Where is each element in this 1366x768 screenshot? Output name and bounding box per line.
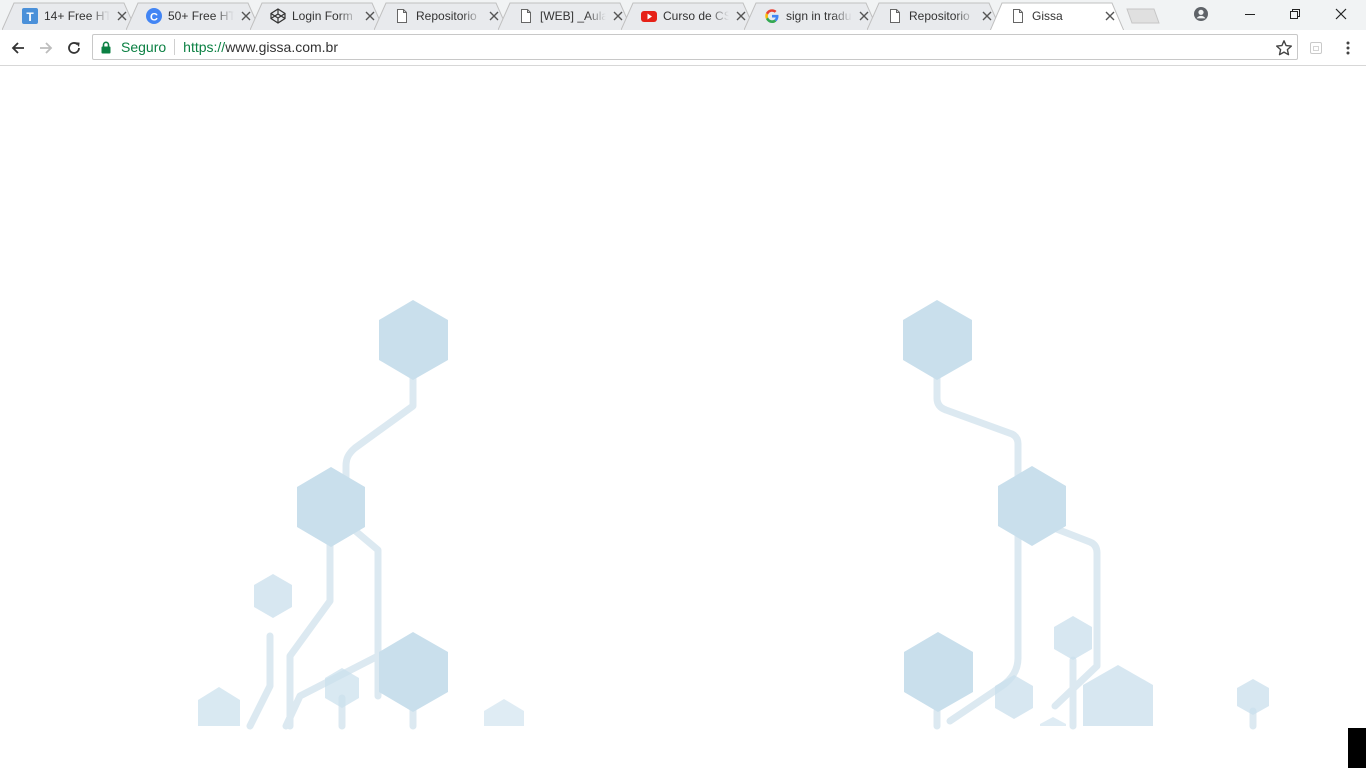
back-arrow-icon — [11, 42, 24, 54]
scroll-corner — [1348, 728, 1366, 768]
extension-icon — [1310, 42, 1322, 54]
tab-3[interactable]: Repositorio — [374, 2, 508, 30]
address-bar[interactable]: Seguro https://www.gissa.com.br — [92, 34, 1298, 60]
url-scheme: https:// — [183, 39, 226, 55]
hexagon-circuit-illustration — [198, 300, 1269, 730]
tab-7[interactable]: Repositorio — [867, 2, 1001, 30]
minimize-icon — [1244, 14, 1255, 15]
tab-5[interactable]: Curso de CSS — [621, 2, 755, 30]
tab-6[interactable]: sign in tradu — [744, 2, 878, 30]
tab-title: 14+ Free HTML — [44, 9, 110, 23]
tab-title: Repositorio — [909, 9, 970, 23]
tab-title: Curso de CSS — [663, 9, 729, 23]
back-button[interactable] — [6, 36, 30, 60]
close-window-icon — [1335, 8, 1346, 20]
menu-button[interactable] — [1336, 36, 1360, 60]
document-icon — [394, 8, 410, 24]
new-tab-button[interactable] — [1126, 8, 1160, 24]
tab-0[interactable]: T 14+ Free HTML — [2, 2, 136, 30]
tab-2[interactable]: Login Form — [250, 2, 384, 30]
tab-4[interactable]: [WEB] _Aula — [498, 2, 632, 30]
lock-icon — [101, 40, 113, 54]
google-icon — [764, 8, 780, 24]
document-icon — [1010, 8, 1026, 24]
kebab-menu-icon — [1346, 41, 1350, 55]
tab-title: Repositorio — [416, 9, 477, 23]
url-text: https://www.gissa.com.br — [183, 39, 338, 55]
profile-icon — [1193, 7, 1208, 21]
reload-button[interactable] — [62, 36, 86, 60]
tab-title: sign in tradu — [786, 9, 852, 23]
tab-title: Gissa — [1032, 9, 1063, 23]
url-host: www.gissa.com.br — [225, 39, 338, 55]
c-letter-icon: C — [146, 8, 162, 24]
reload-icon — [68, 42, 80, 54]
document-icon — [887, 8, 903, 24]
profile-button[interactable] — [1178, 0, 1223, 28]
tab-strip: T 14+ Free HTML C 50+ Free HTML Login Fo… — [0, 0, 1366, 30]
document-icon — [518, 8, 534, 24]
extension-button[interactable] — [1304, 36, 1328, 60]
restore-icon — [1289, 9, 1300, 19]
tab-title: Login Form — [292, 9, 353, 23]
tab-title: [WEB] _Aula — [540, 9, 606, 23]
close-window-button[interactable] — [1318, 0, 1363, 28]
forward-button[interactable] — [34, 36, 58, 60]
tab-8-active[interactable]: Gissa — [990, 2, 1124, 30]
t-letter-icon: T — [22, 8, 38, 24]
omnibox-divider — [174, 39, 176, 55]
restore-button[interactable] — [1272, 0, 1317, 28]
toolbar: Seguro https://www.gissa.com.br — [0, 30, 1366, 66]
forward-arrow-icon — [40, 42, 53, 54]
secure-label: Seguro — [121, 39, 167, 55]
tab-title: 50+ Free HTML — [168, 9, 234, 23]
tab-1[interactable]: C 50+ Free HTML — [126, 2, 260, 30]
close-icon[interactable] — [1102, 8, 1118, 24]
youtube-icon — [641, 8, 657, 24]
minimize-button[interactable] — [1227, 0, 1272, 28]
svg-text:T: T — [26, 10, 34, 24]
svg-text:C: C — [150, 12, 158, 24]
page-viewport — [0, 66, 1366, 768]
codepen-icon — [270, 8, 286, 24]
bookmark-star-icon[interactable] — [1275, 39, 1293, 57]
